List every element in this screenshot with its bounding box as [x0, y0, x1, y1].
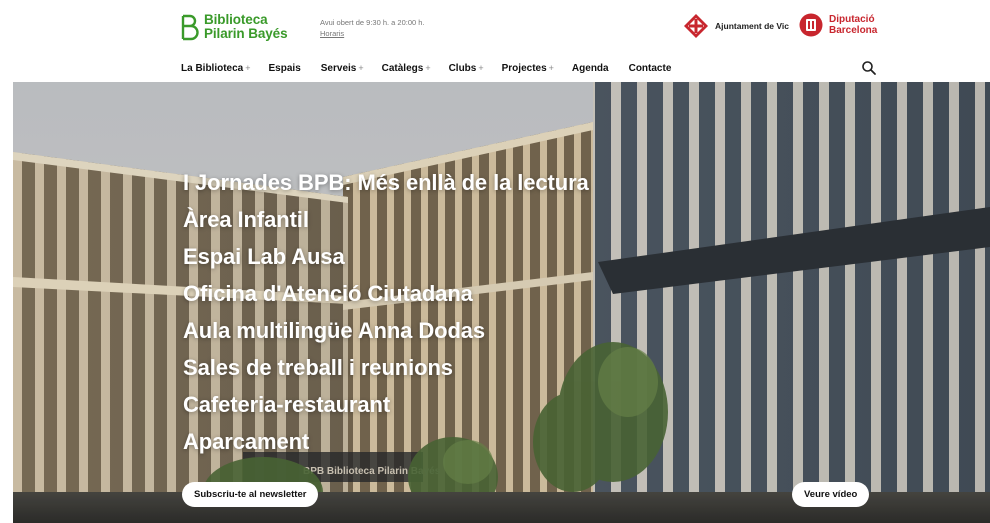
nav-label: Agenda — [571, 63, 609, 74]
nav-item-catalegs[interactable]: Catàlegs + — [382, 63, 431, 74]
nav-label: Projectes — [501, 63, 547, 74]
opening-hours: Avui obert de 9:30 h. a 20:00 h. Horaris — [320, 17, 425, 39]
search-icon[interactable] — [861, 60, 877, 76]
nav-item-serveis[interactable]: Serveis + — [321, 63, 364, 74]
watch-video-button[interactable]: Veure vídeo — [792, 482, 870, 507]
hours-link[interactable]: Horaris — [320, 29, 344, 38]
main-nav: La Biblioteca + Espais Serveis + Catàlegs +… — [181, 63, 691, 74]
ajuntament-vic-name: Ajuntament de Vic — [715, 21, 789, 31]
opening-hours-text: Avui obert de 9:30 h. a 20:00 h. — [320, 18, 425, 27]
nav-label: Clubs — [448, 63, 477, 74]
diputacio-name-line2: Barcelona — [829, 25, 878, 36]
vic-shield-icon — [684, 14, 708, 38]
library-name-line2: Pilarin Bayés — [204, 26, 288, 41]
nav-label: Serveis — [320, 63, 357, 74]
nav-item-clubs[interactable]: Clubs + — [449, 63, 484, 74]
ajuntament-vic-link[interactable]: Ajuntament de Vic — [683, 13, 789, 39]
hero-link-cafeteria[interactable]: Cafeteria-restaurant — [183, 386, 589, 423]
diputacio-name-line1: Diputació — [829, 14, 875, 25]
hero-banner: BPB Biblioteca Pilarin Bayés I Jornades … — [13, 82, 990, 523]
expand-icon: + — [358, 63, 364, 73]
newsletter-button[interactable]: Subscriu-te al newsletter — [182, 482, 319, 507]
hero-links: I Jornades BPB: Més enllà de la lectura … — [183, 164, 589, 460]
library-name-line1: Biblioteca — [204, 12, 268, 27]
library-name: Biblioteca Pilarin Bayés — [204, 13, 288, 41]
expand-icon: + — [245, 63, 251, 73]
hero-link-oficina[interactable]: Oficina d'Atenció Ciutadana — [183, 275, 589, 312]
expand-icon: + — [425, 63, 431, 73]
hero-link-espai-lab[interactable]: Espai Lab Ausa — [183, 238, 589, 275]
hero-link-area-infantil[interactable]: Àrea Infantil — [183, 201, 589, 238]
nav-item-espais[interactable]: Espais — [269, 63, 303, 74]
nav-item-projectes[interactable]: Projectes + — [502, 63, 554, 74]
nav-item-agenda[interactable]: Agenda — [572, 63, 611, 74]
expand-icon: + — [548, 63, 554, 73]
expand-icon: + — [478, 63, 484, 73]
library-logo[interactable]: Biblioteca Pilarin Bayés — [181, 13, 288, 41]
nav-item-contacte[interactable]: Contacte — [629, 63, 674, 74]
diputacio-name: Diputació Barcelona — [829, 14, 877, 36]
nav-label: Catàlegs — [381, 63, 424, 74]
nav-label: Espais — [268, 63, 301, 74]
nav-label: La Biblioteca — [181, 63, 244, 74]
hero-link-sales[interactable]: Sales de treball i reunions — [183, 349, 589, 386]
nav-item-la-biblioteca[interactable]: La Biblioteca + — [181, 63, 251, 74]
site-header: Biblioteca Pilarin Bayés Avui obert de 9… — [0, 0, 990, 82]
diputacio-barcelona-link[interactable]: Diputació Barcelona — [799, 13, 877, 37]
diputacio-seal-icon — [799, 13, 823, 37]
library-logo-icon — [181, 14, 199, 40]
hero-link-jornades[interactable]: I Jornades BPB: Més enllà de la lectura — [183, 164, 589, 201]
hero-link-aula[interactable]: Aula multilingüe Anna Dodas — [183, 312, 589, 349]
hero-link-aparcament[interactable]: Aparcament — [183, 423, 589, 460]
nav-label: Contacte — [628, 63, 672, 74]
